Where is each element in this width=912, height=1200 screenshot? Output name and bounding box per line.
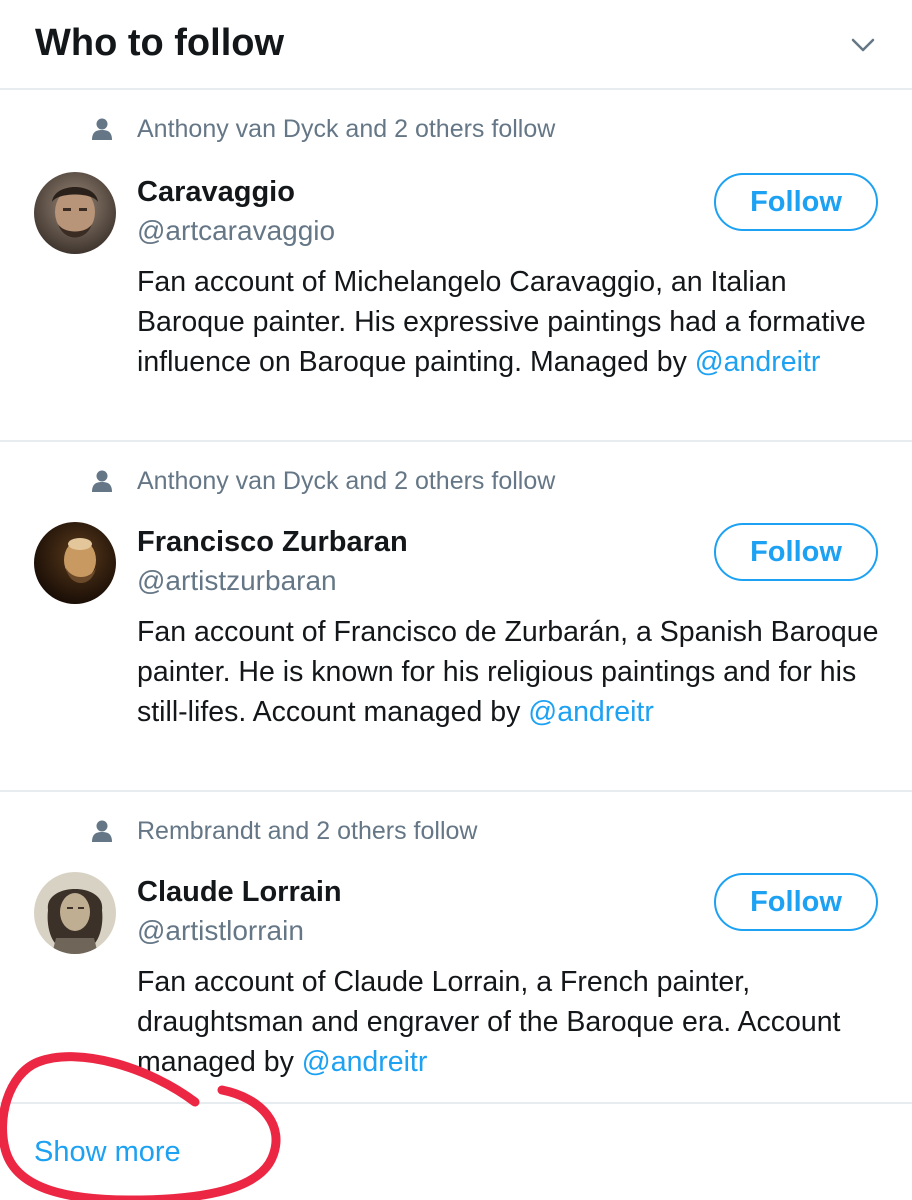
account-bio: Fan account of Claude Lorrain, a French …	[137, 962, 882, 1082]
bio-mention-link[interactable]: @andreitr	[302, 1046, 428, 1078]
follow-button[interactable]: Follow	[714, 873, 878, 931]
person-icon	[92, 470, 112, 492]
person-icon	[92, 118, 112, 140]
follow-button[interactable]: Follow	[714, 173, 878, 231]
account-handle[interactable]: @artcaravaggio	[137, 215, 335, 247]
account-handle[interactable]: @artistlorrain	[137, 915, 304, 947]
account-bio: Fan account of Michelangelo Caravaggio, …	[137, 262, 882, 382]
bio-text: Fan account of Francisco de Zurbarán, a …	[137, 616, 879, 728]
account-name[interactable]: Claude Lorrain	[137, 876, 342, 909]
suggestion-card-zurbaran[interactable]: Anthony van Dyck and 2 others follow Fra…	[0, 442, 912, 792]
suggestion-card-lorrain[interactable]: Rembrandt and 2 others follow Claude Lor…	[0, 792, 912, 1104]
social-context: Rembrandt and 2 others follow	[92, 816, 477, 846]
suggestion-card-caravaggio[interactable]: Anthony van Dyck and 2 others follow Car…	[0, 90, 912, 442]
account-name[interactable]: Francisco Zurbaran	[137, 526, 408, 559]
social-context-text: Anthony van Dyck and 2 others follow	[137, 114, 556, 143]
bio-mention-link[interactable]: @andreitr	[695, 346, 821, 378]
person-icon	[92, 820, 112, 842]
account-bio: Fan account of Francisco de Zurbarán, a …	[137, 612, 882, 732]
chevron-down-icon[interactable]	[848, 30, 878, 60]
avatar[interactable]	[34, 872, 116, 954]
avatar[interactable]	[34, 522, 116, 604]
social-context: Anthony van Dyck and 2 others follow	[92, 114, 555, 144]
account-handle[interactable]: @artistzurbaran	[137, 565, 337, 597]
show-more-link[interactable]: Show more	[34, 1136, 181, 1169]
follow-button[interactable]: Follow	[714, 523, 878, 581]
who-to-follow-header: Who to follow	[0, 0, 912, 90]
account-name[interactable]: Caravaggio	[137, 176, 295, 209]
bio-mention-link[interactable]: @andreitr	[528, 696, 654, 728]
social-context: Anthony van Dyck and 2 others follow	[92, 466, 555, 496]
avatar[interactable]	[34, 172, 116, 254]
social-context-text: Rembrandt and 2 others follow	[137, 816, 478, 845]
bio-text: Fan account of Claude Lorrain, a French …	[137, 966, 841, 1078]
social-context-text: Anthony van Dyck and 2 others follow	[137, 466, 556, 495]
page-title: Who to follow	[35, 22, 285, 64]
